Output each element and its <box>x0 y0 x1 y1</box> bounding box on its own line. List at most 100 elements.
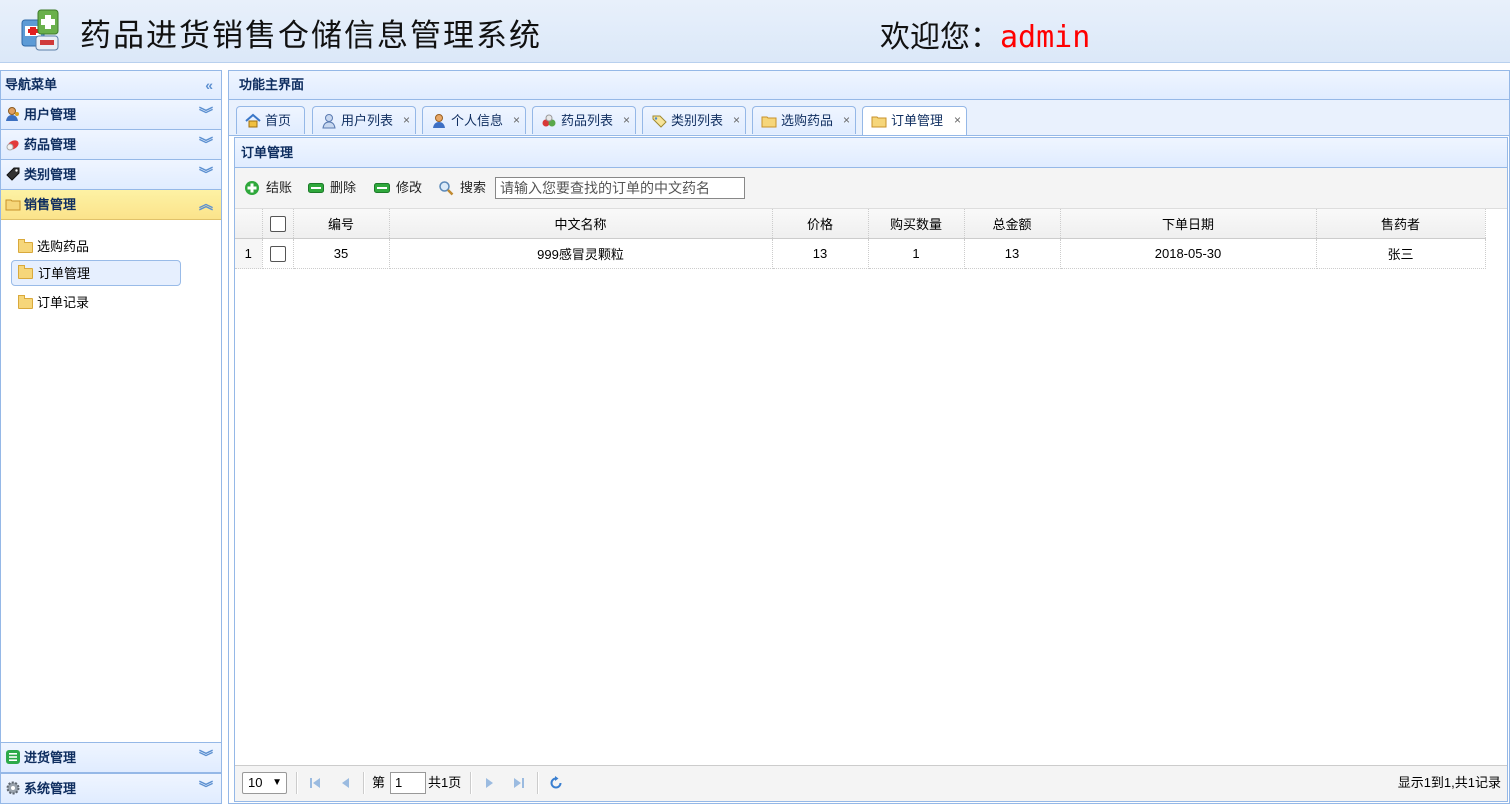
checkout-label: 结账 <box>266 180 293 195</box>
sales-submenu: 选购药品 订单管理 订单记录 <box>1 220 221 745</box>
tab-user-list[interactable]: 用户列表 × <box>312 106 416 134</box>
chevron-down-icon: ▼ <box>272 777 282 788</box>
app-header: 药品进货销售仓储信息管理系统 欢迎您：admin <box>0 0 1510 63</box>
column-header-name[interactable]: 中文名称 <box>389 209 773 239</box>
gear-icon <box>6 781 20 795</box>
tag-icon <box>6 167 20 181</box>
panel-title: 订单管理 <box>235 138 1507 168</box>
column-header-price[interactable]: 价格 <box>772 209 869 239</box>
tab-label: 个人信息 <box>451 113 504 128</box>
table-row[interactable]: 1 35 999感冒灵颗粒 13 1 13 2018-05-30 张三 <box>235 238 1486 269</box>
page-size-select[interactable]: 10 ▼ <box>242 772 287 794</box>
add-icon <box>245 181 259 195</box>
row-checkbox[interactable] <box>269 245 286 262</box>
tab-home[interactable]: 首页 <box>236 106 305 134</box>
column-header-date[interactable]: 下单日期 <box>1060 209 1317 239</box>
search-icon <box>439 181 454 196</box>
expand-chevron-icon[interactable]: ︾ <box>199 130 213 159</box>
user-icon <box>6 107 19 121</box>
row-number: 1 <box>235 238 263 269</box>
minus-icon <box>308 183 324 193</box>
page-total: 共1页 <box>428 775 462 790</box>
column-header-quantity[interactable]: 购买数量 <box>868 209 965 239</box>
nav-bottom-sections: 进货管理 ︾ 系统管理 ︾ <box>1 742 221 803</box>
list-icon <box>6 750 20 764</box>
order-table: 编号 中文名称 价格 购买数量 总金额 下单日期 售药者 1 35 999感冒灵… <box>235 209 1486 269</box>
tree-item-label: 订单记录 <box>37 295 90 310</box>
collapse-chevron-icon[interactable]: ︽ <box>199 190 213 219</box>
collapse-left-icon[interactable]: « <box>205 71 213 99</box>
nav-title: 导航菜单 « <box>1 71 221 100</box>
tab-label: 首页 <box>265 113 292 128</box>
nav-section-sales[interactable]: 销售管理 ︽ <box>1 190 221 220</box>
tab-select-drug[interactable]: 选购药品 × <box>752 106 856 134</box>
nav-section-category[interactable]: 类别管理 ︾ <box>1 160 221 190</box>
close-icon[interactable]: × <box>843 107 850 134</box>
nav-section-purchase[interactable]: 进货管理 ︾ <box>1 742 221 773</box>
tab-label: 订单管理 <box>891 113 944 128</box>
close-icon[interactable]: × <box>954 107 961 134</box>
tab-drug-list[interactable]: 药品列表 × <box>532 106 636 134</box>
column-header-id[interactable]: 编号 <box>293 209 390 239</box>
tab-label: 用户列表 <box>341 113 394 128</box>
cell-name: 999感冒灵颗粒 <box>389 238 773 269</box>
main-title: 功能主界面 <box>229 71 1509 100</box>
pill-icon <box>6 140 19 151</box>
tree-item-label: 选购药品 <box>37 239 90 254</box>
close-icon[interactable]: × <box>403 107 410 134</box>
system-title: 药品进货销售仓储信息管理系统 <box>80 18 542 54</box>
tree-item-order-management[interactable]: 订单管理 <box>11 260 181 286</box>
tree-item-order-records[interactable]: 订单记录 <box>11 290 181 316</box>
column-header-total[interactable]: 总金额 <box>964 209 1061 239</box>
nav-section-system[interactable]: 系统管理 ︾ <box>1 773 221 803</box>
expand-chevron-icon[interactable]: ︾ <box>199 100 213 129</box>
cell-quantity: 1 <box>868 238 965 269</box>
close-icon[interactable]: × <box>513 107 520 134</box>
first-page-icon[interactable] <box>307 775 323 791</box>
pager-separator <box>537 772 539 794</box>
pills-icon <box>542 114 556 127</box>
close-icon[interactable]: × <box>623 107 630 134</box>
page-number-input[interactable]: 1 <box>390 772 426 794</box>
folder-icon <box>5 199 21 211</box>
close-icon[interactable]: × <box>733 107 740 134</box>
nav-section-label: 销售管理 <box>24 197 77 212</box>
pager-separator <box>363 772 365 794</box>
main-panel: 功能主界面 首页 用户列表 × 个人信息 × 药品列表 × 类别列表 × 选购药… <box>228 70 1510 804</box>
navigation-panel: 导航菜单 « 用户管理 ︾ 药品管理 ︾ 类别管理 ︾ 销售管理 ︽ 选购药品 … <box>0 70 222 804</box>
expand-chevron-icon[interactable]: ︾ <box>199 160 213 189</box>
edit-button[interactable]: 修改 <box>374 178 422 198</box>
pagination-bar: 10 ▼ 第 1 共1页 显示1到1,共1记录 <box>235 765 1507 801</box>
tab-label: 类别列表 <box>671 113 724 128</box>
nav-section-user[interactable]: 用户管理 ︾ <box>1 100 221 130</box>
tab-personal-info[interactable]: 个人信息 × <box>422 106 526 134</box>
cell-seller: 张三 <box>1316 238 1486 269</box>
table-header-row: 编号 中文名称 价格 购买数量 总金额 下单日期 售药者 <box>235 209 1486 239</box>
column-header-seller[interactable]: 售药者 <box>1316 209 1486 239</box>
folder-icon <box>18 239 33 253</box>
nav-section-label: 类别管理 <box>24 167 77 182</box>
minus-icon <box>374 183 390 193</box>
expand-chevron-icon[interactable]: ︾ <box>199 743 213 772</box>
rownum-header <box>235 209 263 239</box>
pagination-info: 显示1到1,共1记录 <box>1397 775 1501 790</box>
tree-item-select-drug[interactable]: 选购药品 <box>11 234 181 260</box>
checkout-button[interactable]: 结账 <box>244 178 292 198</box>
nav-section-drug[interactable]: 药品管理 ︾ <box>1 130 221 160</box>
prev-page-icon[interactable] <box>338 775 354 791</box>
search-button[interactable]: 搜索 <box>438 178 486 198</box>
select-all-checkbox[interactable] <box>269 215 286 232</box>
expand-chevron-icon[interactable]: ︾ <box>199 774 213 803</box>
tab-category-list[interactable]: 类别列表 × <box>642 106 746 134</box>
tab-order-management[interactable]: 订单管理 × <box>862 106 967 135</box>
pager-separator <box>470 772 472 794</box>
edit-label: 修改 <box>396 180 423 195</box>
delete-button[interactable]: 删除 <box>308 178 356 198</box>
page-prefix: 第 <box>372 775 386 790</box>
refresh-icon[interactable] <box>548 775 564 791</box>
users-icon <box>322 114 336 129</box>
last-page-icon[interactable] <box>511 775 527 791</box>
medicine-logo-icon <box>21 9 59 51</box>
next-page-icon[interactable] <box>481 775 497 791</box>
search-input[interactable] <box>495 177 745 199</box>
